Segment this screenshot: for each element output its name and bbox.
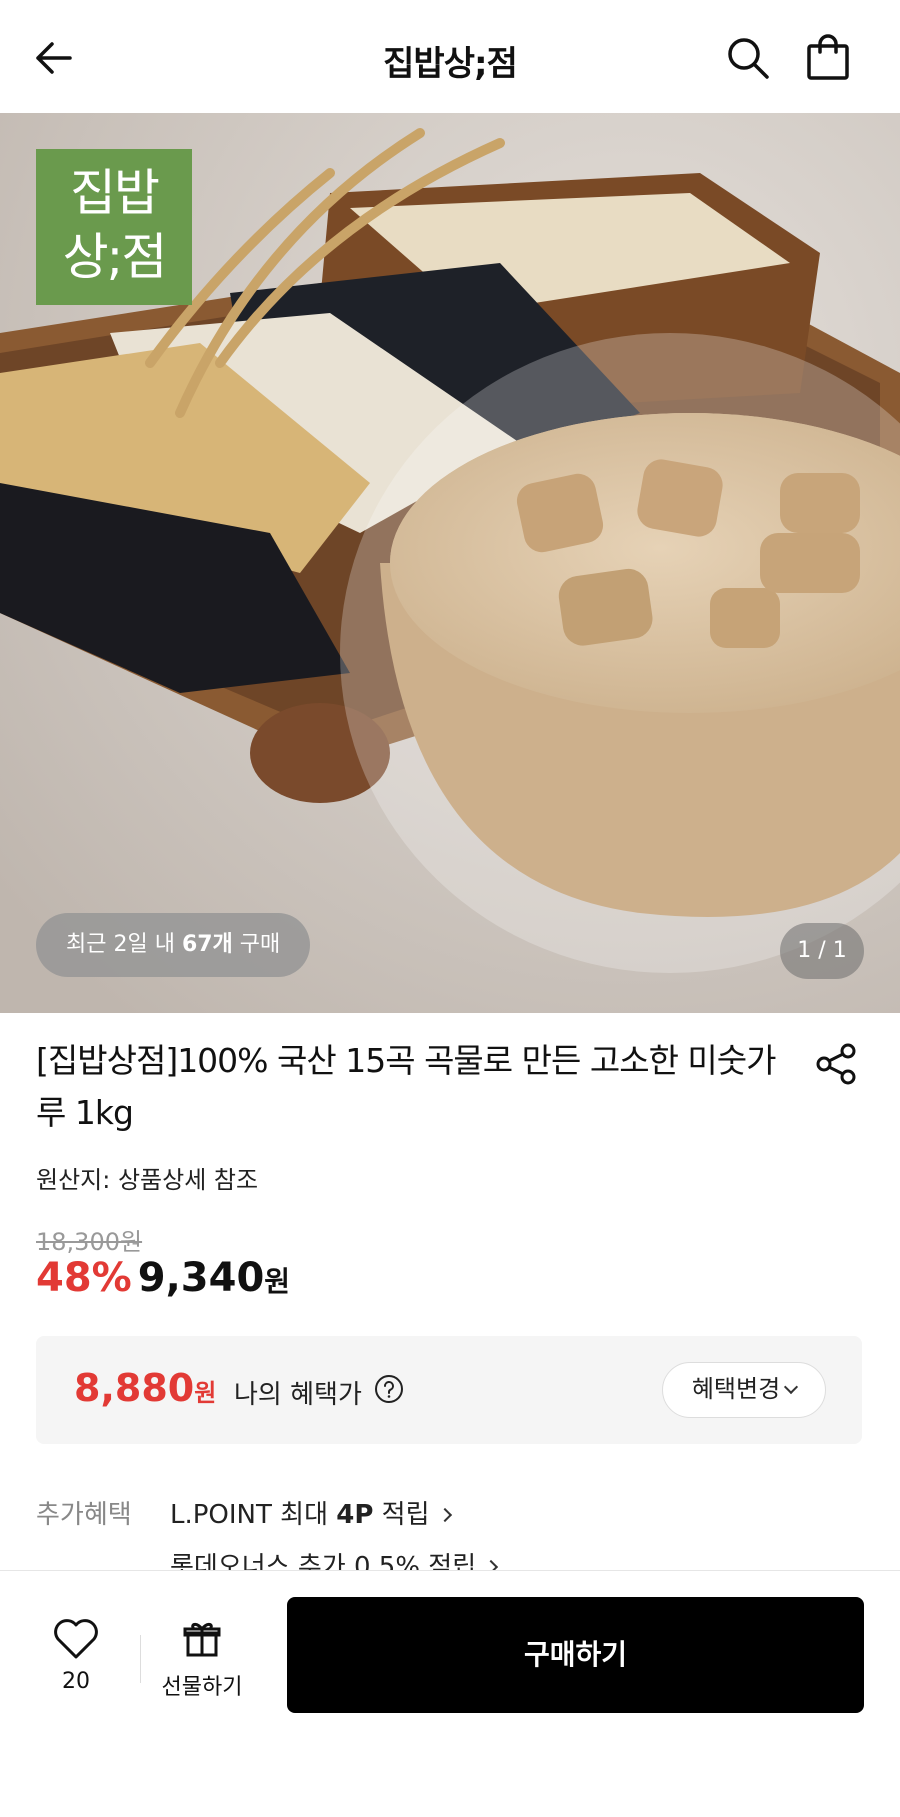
- help-button[interactable]: [374, 1374, 404, 1404]
- recent-suffix: 구매: [232, 932, 281, 957]
- buy-button[interactable]: 구매하기: [287, 1597, 864, 1713]
- benefit-label: 나의 혜택가: [234, 1380, 362, 1410]
- gift-icon: [183, 1622, 221, 1657]
- recent-prefix: 최근 2일 내: [66, 932, 182, 957]
- recent-purchase-badge: 최근 2일 내 67개 구매: [36, 913, 311, 977]
- extra-benefits-label: 추가혜택: [36, 1500, 132, 1530]
- benefit-price-unit: 원: [194, 1379, 217, 1407]
- product-name: [집밥상점]100% 국산 15곡 곡물로 만든 고소한 미숫가루 1kg: [36, 1041, 777, 1132]
- search-button[interactable]: [724, 34, 772, 82]
- extra-benefit-bold: 4P: [336, 1500, 374, 1530]
- app-header: 집밥상;점: [0, 0, 900, 113]
- original-price: 18,300원: [36, 1228, 143, 1256]
- recent-count: 67개: [181, 932, 233, 957]
- heart-icon: [54, 1619, 98, 1659]
- chevron-right-icon: [437, 1507, 452, 1523]
- shopping-bag-icon: [807, 34, 849, 80]
- benefit-price-box: 8,880원 나의 혜택가 혜택변경: [36, 1336, 862, 1444]
- gift-label: 선물하기: [161, 1675, 243, 1700]
- bottom-action-bar: 20 선물하기 구매하기: [0, 1570, 900, 1817]
- discount-rate: 48%: [36, 1255, 132, 1301]
- logo-line-2: 상;점: [62, 228, 168, 286]
- price-row: 48% 9,340원: [36, 1255, 290, 1311]
- divider: [140, 1635, 141, 1683]
- search-icon: [728, 38, 769, 79]
- brand-logo: 집밥 상;점: [36, 149, 192, 305]
- like-count: 20: [62, 1669, 90, 1694]
- extra-benefit-prefix: L.POINT 최대: [170, 1500, 337, 1530]
- benefit-change-label: 혜택변경: [691, 1375, 781, 1403]
- price-unit: 원: [264, 1265, 291, 1298]
- gift-button[interactable]: 선물하기: [150, 1619, 254, 1719]
- share-button[interactable]: [812, 1040, 860, 1088]
- benefit-change-button[interactable]: 혜택변경: [662, 1362, 826, 1418]
- like-button[interactable]: 20: [40, 1617, 112, 1717]
- share-icon: [816, 1043, 856, 1085]
- benefit-price-value: 8,880: [74, 1366, 195, 1410]
- logo-line-1: 집밥: [70, 164, 160, 222]
- product-image[interactable]: 집밥 상;점 최근 2일 내 67개 구매 1 / 1: [0, 113, 900, 1013]
- origin-info: 원산지: 상품상세 참조: [36, 1166, 259, 1194]
- benefit-price: 8,880원: [74, 1366, 216, 1410]
- image-pager: 1 / 1: [780, 923, 864, 979]
- chevron-down-icon: [784, 1379, 799, 1395]
- sale-price: 9,340: [137, 1255, 265, 1301]
- question-circle-icon: [375, 1375, 403, 1403]
- extra-benefit-suffix: 적립: [373, 1500, 430, 1530]
- extra-benefit-lpoint[interactable]: L.POINT 최대 4P 적립: [170, 1494, 452, 1531]
- cart-button[interactable]: [804, 32, 852, 82]
